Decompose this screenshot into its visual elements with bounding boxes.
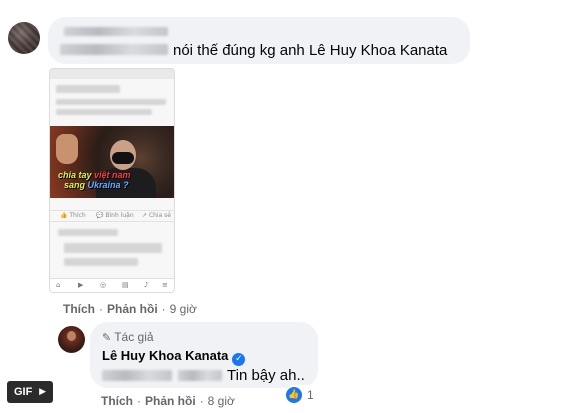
blurred-commenter-name bbox=[64, 27, 168, 36]
market-icon: ▤ bbox=[122, 281, 129, 289]
reply-text: Tin bậy ah.. bbox=[227, 367, 305, 384]
blurred-post-line bbox=[56, 99, 166, 105]
comment-actions: Thích · Phản hồi · 9 giờ bbox=[63, 302, 197, 316]
like-link[interactable]: Thích bbox=[101, 394, 133, 408]
like-link[interactable]: Thích bbox=[63, 302, 95, 316]
screenshot-share-action: ↗ Chia sẻ bbox=[142, 212, 171, 219]
phone-status-bar bbox=[50, 69, 174, 79]
reply-bubble: ✎ Tác giả Lê Huy Khoa Kanata ✓ Tin bậy ah.… bbox=[90, 322, 318, 388]
reply-actions: Thích · Phản hồi · 8 giờ bbox=[101, 394, 235, 408]
photo-hand-shape bbox=[56, 134, 78, 164]
groups-icon: ◎ bbox=[100, 281, 107, 289]
reply-timestamp[interactable]: 8 giờ bbox=[208, 394, 235, 408]
comment-timestamp[interactable]: 9 giờ bbox=[170, 302, 197, 316]
reply-link[interactable]: Phản hồi bbox=[107, 302, 158, 316]
screenshot-comment-action: 💬 Bình luận bbox=[96, 212, 134, 219]
reaction-summary[interactable]: 👍 1 bbox=[284, 385, 318, 405]
blurred-reply-text bbox=[178, 370, 222, 381]
author-badge: ✎ Tác giả bbox=[102, 330, 154, 344]
blurred-screenshot-comment bbox=[64, 258, 138, 266]
reply-author-avatar[interactable] bbox=[58, 326, 85, 353]
photo-caption-line2: sang Ukraina ? bbox=[64, 180, 129, 190]
blurred-mention bbox=[60, 44, 168, 55]
blurred-screenshot-comment bbox=[64, 243, 162, 253]
blurred-screenshot-comment bbox=[58, 229, 118, 236]
bell-icon: ♪ bbox=[144, 281, 149, 289]
commenter-avatar[interactable] bbox=[8, 22, 40, 54]
reaction-count: 1 bbox=[307, 388, 314, 402]
photo-caption-line1: chia tay việt nam bbox=[58, 170, 131, 180]
pencil-icon: ✎ bbox=[102, 331, 112, 344]
blurred-reply-text bbox=[102, 370, 172, 381]
video-icon: ▶ bbox=[78, 281, 84, 289]
home-icon: ⌂ bbox=[56, 281, 61, 289]
photo-mask-shape bbox=[112, 152, 134, 164]
comment-text: nói thế đúng kg anh Lê Huy Khoa Kanata bbox=[173, 42, 448, 59]
comment-bubble: nói thế đúng kg anh Lê Huy Khoa Kanata bbox=[48, 17, 470, 64]
blurred-post-line bbox=[56, 109, 152, 115]
divider bbox=[50, 221, 174, 222]
reply-author-name[interactable]: Lê Huy Khoa Kanata ✓ bbox=[102, 348, 246, 366]
post-photo: chia tay việt nam sang Ukraina ? bbox=[50, 126, 174, 198]
screenshot-like-action: 👍 Thích bbox=[60, 212, 86, 219]
blurred-post-header bbox=[56, 85, 120, 93]
verified-badge-icon: ✓ bbox=[232, 353, 246, 366]
comment-attached-image[interactable]: chia tay việt nam sang Ukraina ? 👍 Thích… bbox=[49, 68, 175, 293]
like-reaction-icon: 👍 bbox=[286, 387, 302, 403]
reply-link[interactable]: Phản hồi bbox=[145, 394, 196, 408]
menu-icon: ≡ bbox=[162, 281, 168, 289]
gif-button[interactable]: GIF ▶ bbox=[7, 381, 53, 403]
play-icon: ▶ bbox=[39, 387, 46, 397]
phone-tab-bar: ⌂ ▶ ◎ ▤ ♪ ≡ bbox=[50, 278, 174, 292]
divider bbox=[50, 210, 174, 211]
